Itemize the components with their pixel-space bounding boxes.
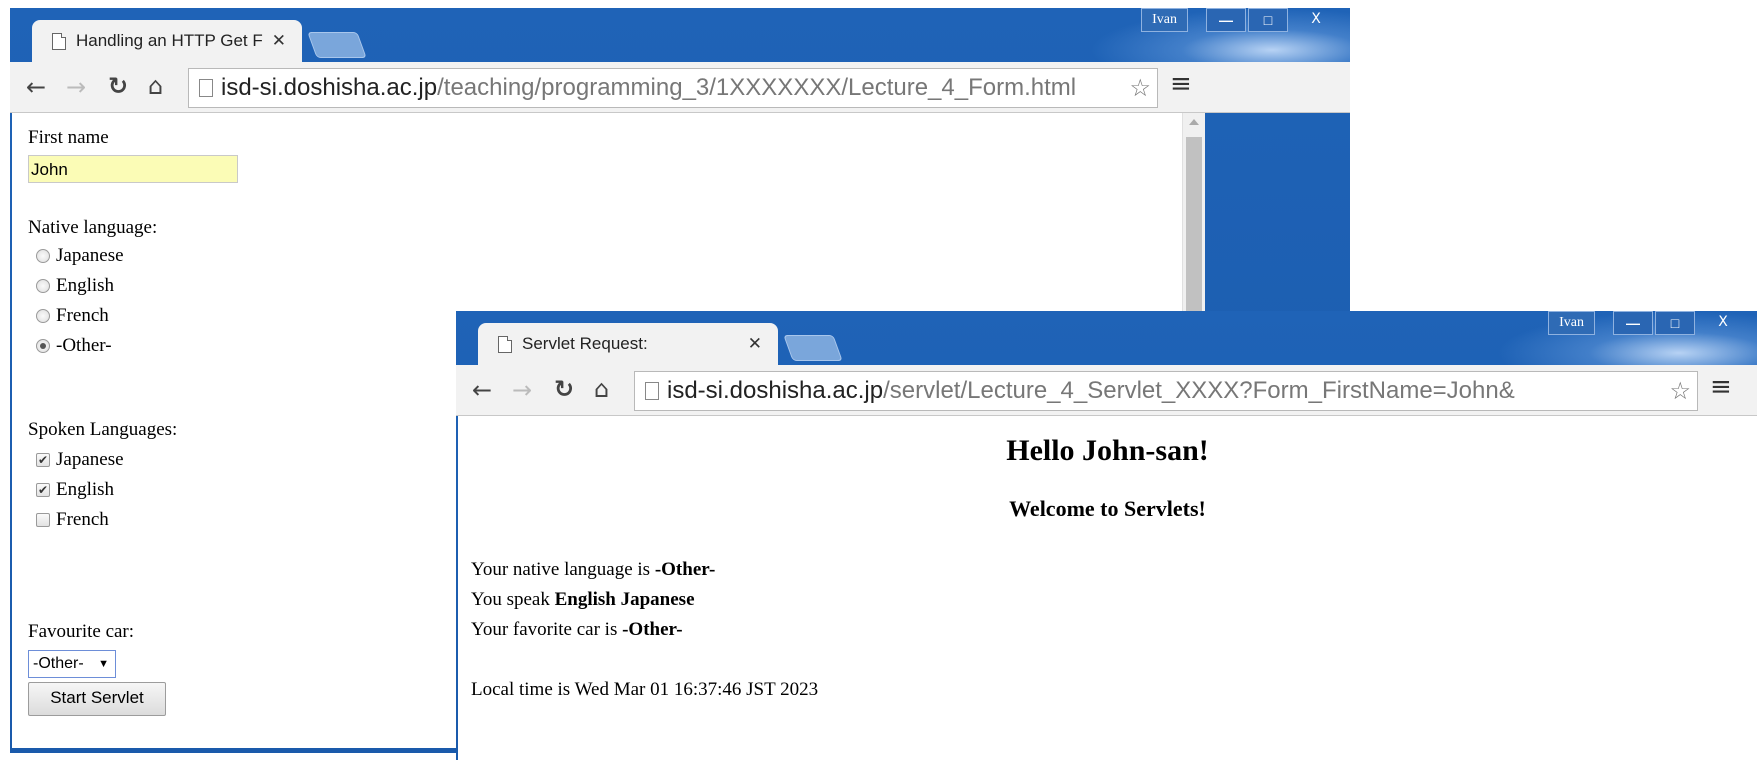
greeting-heading: Hello John-san! — [1006, 434, 1209, 467]
address-bar[interactable]: isd-si.doshisha.ac.jp /teaching/programm… — [188, 68, 1158, 108]
window-controls: Ivan — □ X — [1141, 8, 1342, 32]
checkbox-option-japanese[interactable]: ✔ Japanese — [36, 449, 124, 471]
menu-icon[interactable]: ≡ — [1710, 372, 1732, 402]
url-host: isd-si.doshisha.ac.jp — [221, 74, 438, 101]
browser-toolbar: ← → ↻ ⌂ isd-si.doshisha.ac.jp /teaching/… — [10, 62, 1350, 113]
back-arrow-icon[interactable]: ← — [26, 73, 46, 101]
back-arrow-icon[interactable]: ← — [472, 376, 492, 404]
radio-option-japanese[interactable]: Japanese — [36, 245, 124, 267]
page-info-icon[interactable] — [199, 79, 213, 97]
new-tab-button[interactable] — [783, 335, 843, 361]
bookmark-star-icon[interactable]: ☆ — [1129, 73, 1151, 103]
spoken-languages-value: English Japanese — [554, 589, 695, 610]
url-path: /servlet/Lecture_4_Servlet_XXXX?Form_Fir… — [883, 377, 1515, 404]
radio-button[interactable] — [36, 309, 50, 323]
forward-arrow-icon[interactable]: → — [512, 376, 532, 404]
user-profile-button[interactable]: Ivan — [1141, 8, 1188, 32]
browser-tab-form[interactable]: Handling an HTTP Get F ✕ — [32, 20, 302, 62]
native-language-line: Your native language is -Other- — [471, 559, 716, 580]
radio-button[interactable] — [36, 249, 50, 263]
servlet-browser-window: Ivan — □ X Servlet Request: ✕ ← → ↻ ⌂ is… — [456, 311, 1757, 760]
spoken-languages-label: Spoken Languages: — [28, 419, 178, 440]
maximize-button[interactable]: □ — [1248, 8, 1288, 32]
bookmark-star-icon[interactable]: ☆ — [1669, 376, 1691, 406]
reload-icon[interactable]: ↻ — [554, 375, 574, 403]
tab-close-icon[interactable]: ✕ — [272, 31, 286, 51]
checkbox-option-french[interactable]: French — [36, 509, 109, 531]
checkbox-option-english[interactable]: ✔ English — [36, 479, 114, 501]
menu-icon[interactable]: ≡ — [1170, 69, 1192, 99]
welcome-heading: Welcome to Servlets! — [1009, 496, 1206, 521]
radio-button-selected[interactable] — [36, 339, 50, 353]
radio-option-english[interactable]: English — [36, 275, 114, 297]
radio-option-french[interactable]: French — [36, 305, 109, 327]
radio-button[interactable] — [36, 279, 50, 293]
home-icon[interactable]: ⌂ — [148, 72, 163, 100]
minimize-button[interactable]: — — [1613, 311, 1653, 335]
url-host: isd-si.doshisha.ac.jp — [667, 377, 884, 404]
scrollbar-thumb[interactable] — [1186, 137, 1202, 337]
maximize-button[interactable]: □ — [1655, 311, 1695, 335]
dropdown-arrow-icon: ▼ — [98, 658, 109, 670]
close-window-button[interactable]: X — [1290, 8, 1342, 30]
radio-option-other[interactable]: -Other- — [36, 335, 112, 357]
servlet-page-content: Hello John-san! Welcome to Servlets! You… — [458, 416, 1757, 760]
start-servlet-button[interactable]: Start Servlet — [28, 682, 166, 716]
scroll-up-icon[interactable] — [1189, 119, 1199, 125]
page-icon — [52, 32, 66, 50]
user-profile-button[interactable]: Ivan — [1548, 311, 1595, 335]
tab-title: Servlet Request: — [522, 334, 648, 353]
favorite-car-line: Your favorite car is -Other- — [471, 619, 683, 640]
address-bar[interactable]: isd-si.doshisha.ac.jp /servlet/Lecture_4… — [634, 371, 1698, 411]
close-window-button[interactable]: X — [1697, 311, 1749, 333]
checkbox-unchecked[interactable] — [36, 513, 50, 527]
tab-title: Handling an HTTP Get F — [76, 31, 263, 50]
home-icon[interactable]: ⌂ — [594, 375, 609, 403]
first-name-label: First name — [28, 127, 109, 148]
minimize-button[interactable]: — — [1206, 8, 1246, 32]
new-tab-button[interactable] — [307, 32, 367, 58]
reload-icon[interactable]: ↻ — [108, 72, 128, 100]
favorite-car-value: -Other- — [622, 619, 683, 640]
local-time-line: Local time is Wed Mar 01 16:37:46 JST 20… — [471, 679, 819, 700]
page-icon — [498, 335, 512, 353]
favourite-car-select[interactable]: -Other- ▼ — [28, 650, 116, 678]
spoken-languages-line: You speak English Japanese — [471, 589, 695, 610]
forward-arrow-icon[interactable]: → — [66, 73, 86, 101]
checkbox-checked[interactable]: ✔ — [36, 483, 50, 497]
favourite-car-label: Favourite car: — [28, 621, 135, 642]
checkbox-checked[interactable]: ✔ — [36, 453, 50, 467]
browser-toolbar: ← → ↻ ⌂ isd-si.doshisha.ac.jp /servlet/L… — [456, 365, 1757, 416]
native-language-label: Native language: — [28, 217, 158, 238]
tab-close-icon[interactable]: ✕ — [748, 334, 762, 354]
first-name-input[interactable]: John — [28, 155, 238, 183]
browser-tab-servlet[interactable]: Servlet Request: ✕ — [478, 323, 778, 365]
window-controls: Ivan — □ X — [1548, 311, 1749, 335]
url-path: /teaching/programming_3/1XXXXXXX/Lecture… — [437, 74, 1077, 101]
native-language-value: -Other- — [654, 559, 716, 580]
page-info-icon[interactable] — [645, 382, 659, 400]
